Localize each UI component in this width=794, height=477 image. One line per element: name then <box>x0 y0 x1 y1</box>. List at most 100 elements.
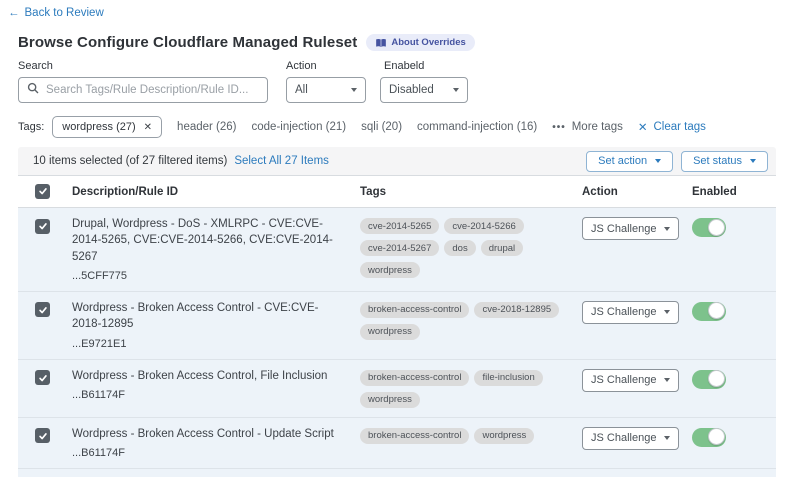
chevron-down-icon <box>655 159 661 163</box>
badge-label: About Overrides <box>391 37 465 48</box>
rule-description: Wordpress - Broken Access Control - Upda… <box>72 426 346 442</box>
action-select[interactable]: JS Challenge <box>582 369 679 392</box>
back-link-label: Back to Review <box>25 7 104 19</box>
search-icon <box>27 81 39 99</box>
more-tags-button[interactable]: ••• More tags <box>552 121 623 133</box>
tag-chip: broken-access-control <box>360 302 469 318</box>
rule-tags: broken-access-controlcve-2018-12895wordp… <box>360 300 582 340</box>
set-action-label: Set action <box>598 155 647 167</box>
tag-chip: file-inclusion <box>474 370 542 386</box>
action-select-value: JS Challenge <box>591 432 656 444</box>
action-filter: Action All <box>286 60 366 103</box>
remove-tag-icon[interactable]: ✕ <box>144 122 152 133</box>
set-status-button[interactable]: Set status <box>681 151 768 172</box>
rule-tags: broken-access-control file-inclusion wordp… <box>360 368 582 408</box>
rule-id: ...B61174F <box>72 447 346 459</box>
toggle-knob <box>708 219 725 236</box>
more-tags-label: More tags <box>572 121 623 133</box>
select-all-link[interactable]: Select All 27 Items <box>234 155 329 167</box>
set-status-label: Set status <box>693 155 742 167</box>
action-select[interactable]: JS Challenge <box>582 427 679 450</box>
enabled-toggle[interactable] <box>692 302 726 321</box>
enabled-dropdown[interactable]: Disabled <box>380 77 468 103</box>
tag-chip: cve-2014-5266 <box>444 218 523 234</box>
toggle-knob <box>708 370 725 387</box>
tag-filter-item[interactable]: code-injection (21) <box>252 121 347 133</box>
toggle-knob <box>708 428 725 445</box>
clear-tags-button[interactable]: ✕ Clear tags <box>638 120 706 134</box>
table-row: Wordpress - Broken Access Control - Upda… <box>18 418 776 469</box>
table-row: Drupal, Wordpress - DoS - XMLRPC - CVE:C… <box>18 208 776 292</box>
action-value: All <box>295 84 308 96</box>
tag-list: header (26) code-injection (21) sqli (20) c… <box>177 121 537 133</box>
enabled-label: Enabeld <box>384 60 468 72</box>
action-select[interactable]: JS Challenge <box>582 301 679 324</box>
tag-chip: wordpress <box>360 324 420 340</box>
rule-description: Wordpress - Broken Access Control - CVE:… <box>72 300 346 333</box>
tag-chip: broken-access-control <box>360 370 469 386</box>
rule-id: ...B61174F <box>72 389 346 401</box>
rule-tags: broken-access-controlwordpress <box>360 426 582 444</box>
column-description: Description/Rule ID <box>72 186 360 198</box>
tag-chip: cve-2014-5267 <box>360 240 439 256</box>
enabled-toggle[interactable] <box>692 428 726 447</box>
clear-icon: ✕ <box>638 120 648 134</box>
enabled-filter: Enabeld Disabled <box>384 60 468 103</box>
about-overrides-badge[interactable]: About Overrides <box>366 34 474 51</box>
tags-bar: Tags: wordpress (27) ✕ header (26) code-i… <box>18 116 776 138</box>
column-action: Action <box>582 186 692 198</box>
rule-description: Drupal, Wordpress - DoS - XMLRPC - CVE:C… <box>72 216 346 265</box>
search-filter: Search <box>18 60 268 103</box>
tag-filter-item[interactable]: header (26) <box>177 121 236 133</box>
table-row: Wordpress - Broken Access Control, File … <box>18 360 776 418</box>
chevron-down-icon <box>664 227 670 231</box>
action-select-value: JS Challenge <box>591 374 656 386</box>
set-action-button[interactable]: Set action <box>586 151 673 172</box>
enabled-toggle[interactable] <box>692 370 726 389</box>
chevron-down-icon <box>664 378 670 382</box>
column-tags: Tags <box>360 186 582 198</box>
toggle-knob <box>708 302 725 319</box>
action-dropdown[interactable]: All <box>286 77 366 103</box>
row-checkbox[interactable] <box>35 428 50 443</box>
action-select-value: JS Challenge <box>591 223 656 235</box>
tag-chip: wordpress <box>360 392 420 408</box>
tag-chip: drupal <box>481 240 523 256</box>
tag-filter-item[interactable]: sqli (20) <box>361 121 402 133</box>
clear-tags-label: Clear tags <box>654 121 706 133</box>
tag-filter-item[interactable]: command-injection (16) <box>417 121 537 133</box>
tags-label: Tags: <box>18 121 44 133</box>
chevron-down-icon <box>664 310 670 314</box>
select-all-checkbox[interactable] <box>35 184 50 199</box>
ellipsis-icon: ••• <box>552 122 566 133</box>
rule-id: ...E9721E1 <box>72 338 346 350</box>
table-header: Description/Rule ID Tags Action Enabled <box>18 175 776 208</box>
search-label: Search <box>18 60 268 72</box>
tag-chip: wordpress <box>360 262 420 278</box>
back-link[interactable]: ← Back to Review <box>8 7 104 19</box>
row-checkbox[interactable] <box>35 302 50 317</box>
rule-tags: cve-2014-5265 cve-2014-5266 cve-2014-5267 d… <box>360 216 582 278</box>
chevron-down-icon <box>453 88 459 92</box>
action-label: Action <box>286 60 366 72</box>
chevron-down-icon <box>351 88 357 92</box>
selected-tag-wordpress[interactable]: wordpress (27) ✕ <box>52 116 162 138</box>
selection-summary: 10 items selected (of 27 filtered items) <box>33 155 227 167</box>
book-icon <box>375 38 387 48</box>
page-title: Browse Configure Cloudflare Managed Rule… <box>18 34 357 51</box>
chevron-down-icon <box>664 436 670 440</box>
table-body: Drupal, Wordpress - DoS - XMLRPC - CVE:C… <box>18 208 776 477</box>
search-input[interactable] <box>46 84 259 96</box>
row-checkbox[interactable] <box>35 219 50 234</box>
action-select[interactable]: JS Challenge <box>582 217 679 240</box>
table-row: Wordpress - Code Injection, File Inclusi… <box>18 469 776 477</box>
enabled-toggle[interactable] <box>692 218 726 237</box>
row-checkbox[interactable] <box>35 370 50 385</box>
tag-chip: broken-access-control <box>360 428 469 444</box>
tag-chip: dos <box>444 240 475 256</box>
selection-bar: 10 items selected (of 27 filtered items)… <box>18 147 776 175</box>
rule-description: Wordpress - Broken Access Control, File … <box>72 368 346 384</box>
selected-tag-label: wordpress (27) <box>62 121 135 133</box>
tag-chip: cve-2014-5265 <box>360 218 439 234</box>
rule-id: ...5CFF775 <box>72 270 346 282</box>
